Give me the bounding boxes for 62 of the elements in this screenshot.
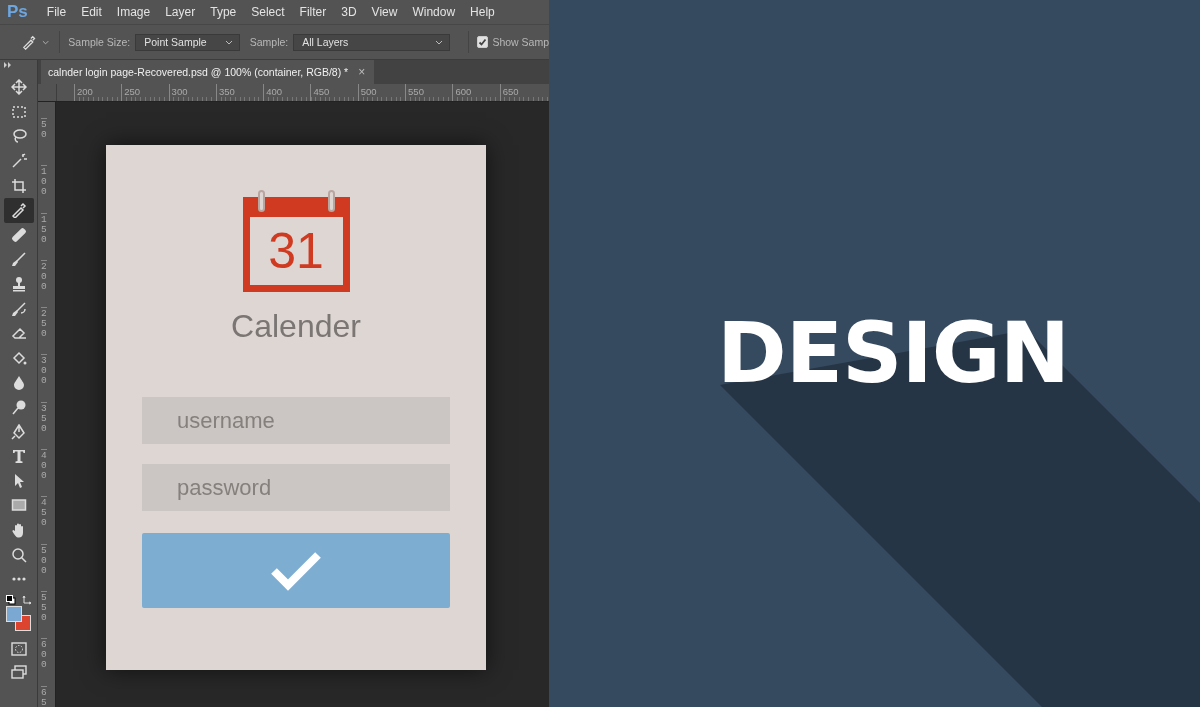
ruler-label: 500 [41,543,47,591]
menu-item[interactable]: Image [116,5,151,19]
binder-ring [327,190,335,212]
caret-icon [435,39,444,45]
menu-item[interactable]: View [371,5,398,19]
quick-mask-icon[interactable] [10,642,27,657]
ruler-label: 250 [121,84,169,101]
binder-ring [257,190,265,212]
ruler-label: 600 [452,84,500,101]
app-title: Calender [231,308,361,345]
default-colors-icon[interactable] [5,595,16,606]
ruler-label: 650 [499,84,547,101]
ruler-label: 65 [41,685,47,707]
menu-item[interactable]: Edit [81,5,102,19]
caret-icon[interactable] [42,39,50,45]
close-button[interactable]: × [358,65,366,79]
ruler-label: 400 [41,449,47,497]
menu-item[interactable]: Window [412,5,456,19]
ruler-label: 350 [215,84,264,101]
sample-size-dropdown[interactable]: Point Sample [135,33,240,51]
menu-item[interactable]: 3D [341,5,357,19]
show-sampling-label: Show Samp [492,36,549,48]
menu-item[interactable]: Filter [299,5,327,19]
collapse-icon[interactable] [4,62,12,68]
document-tab[interactable]: calnder login page-Recovered.psd @ 100% (container, RGB/8) * × [41,60,375,84]
ruler-label: 100 [41,165,47,213]
foreground-color-swatch[interactable] [5,606,22,623]
ruler-label: 150 [41,212,47,260]
sample-dropdown[interactable]: All Layers [293,33,451,51]
ruler-label: 200 [41,259,47,308]
ruler-label: 550 [405,84,453,101]
calendar-day: 31 [268,226,324,276]
username-field[interactable]: username [142,397,450,444]
menu-item[interactable]: Layer [165,5,196,19]
swap-arrow-icon[interactable] [21,595,32,606]
sample-label: Sample: [249,36,289,48]
ruler-label: 450 [310,84,358,101]
sample-size-label: Sample Size: [68,36,131,48]
menu-item[interactable]: Type [210,5,237,19]
app-logo: Ps [7,2,28,22]
ruler-label: 300 [41,354,47,402]
ruler-label: 450 [41,496,47,544]
ruler-label: 300 [168,84,216,101]
menu-item[interactable]: File [46,5,67,19]
ruler-label: 200 [74,84,122,101]
check-icon [270,550,322,591]
ruler-label: 550 [41,590,47,639]
ruler-label: 350 [41,401,47,450]
ruler-label: 250 [41,307,47,355]
password-field[interactable]: password [142,464,450,511]
menu-item[interactable]: Help [470,5,495,19]
eyedropper-icon[interactable] [22,34,37,50]
menu-item[interactable]: Select [251,5,285,19]
ruler-label: 500 [357,84,406,101]
banner-title: DESIGN [717,305,1070,401]
screen-mode-icon[interactable] [10,665,27,680]
ruler-label: 50 [41,118,47,166]
ruler-label: 400 [263,84,311,101]
show-sampling-checkbox[interactable] [477,36,489,48]
caret-icon [224,39,233,45]
eyedropper-icon[interactable] [3,197,34,223]
ruler-label: 600 [41,638,47,686]
